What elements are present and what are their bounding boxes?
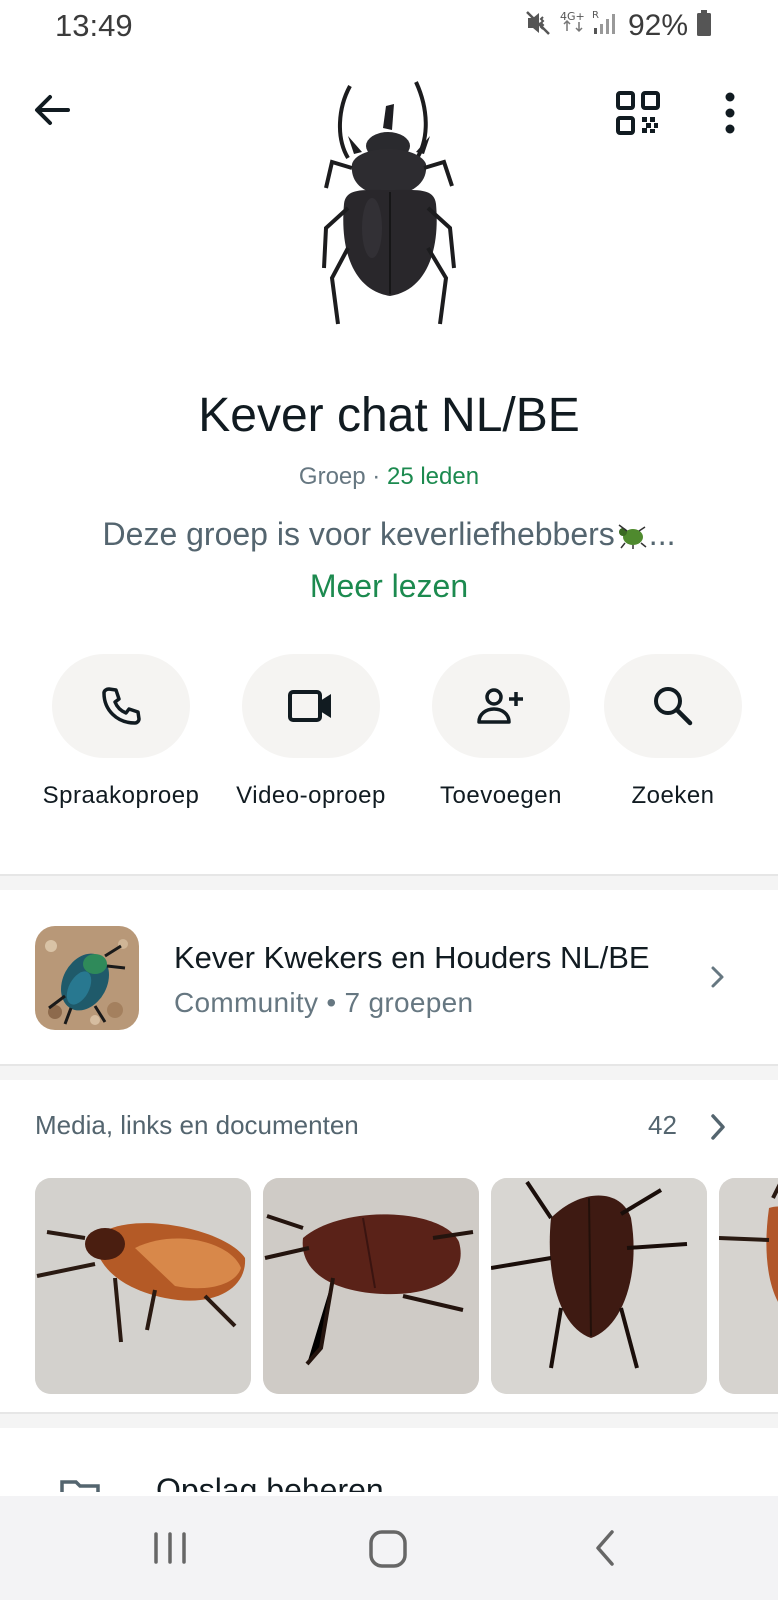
home-icon [369, 1530, 407, 1568]
home-button[interactable] [358, 1524, 418, 1572]
recent-apps-button[interactable] [140, 1524, 200, 1572]
media-thumb[interactable] [35, 1178, 251, 1394]
search-icon [654, 687, 693, 726]
video-call-label: Video-oproep [236, 782, 386, 809]
media-thumb[interactable] [491, 1178, 707, 1394]
community-row[interactable]: Kever Kwekers en Houders NL/BE Community… [0, 892, 778, 1064]
chevron-right-icon[interactable] [708, 1112, 728, 1142]
folder-icon [60, 1480, 100, 1492]
community-beetle-image [35, 926, 139, 1030]
group-members-link[interactable]: 25 leden [387, 463, 479, 490]
meta-separator: · [372, 463, 381, 490]
group-description-ellipsis: ... [648, 516, 676, 552]
beetle-image [322, 81, 456, 325]
section-divider [0, 1064, 778, 1080]
community-title: Kever Kwekers en Houders NL/BE [174, 940, 650, 975]
group-description: Deze groep is voor keverliefhebbers... [0, 516, 778, 553]
group-type: Groep [298, 463, 366, 490]
signal-icon: 4G+ R [560, 8, 620, 43]
mute-vibrate-icon [524, 9, 552, 42]
add-member-button[interactable]: Toevoegen [416, 654, 586, 810]
network-label: 4G+ [560, 10, 585, 23]
back-nav-icon [596, 1530, 614, 1566]
section-divider [0, 874, 778, 890]
add-member-label: Toevoegen [440, 782, 562, 809]
media-thumb[interactable] [719, 1178, 778, 1394]
battery-percent: 92% [627, 8, 688, 42]
roaming-label: R [592, 10, 599, 21]
voice-call-pill[interactable] [52, 654, 190, 758]
status-time: 13:49 [55, 8, 133, 43]
video-camera-icon [288, 690, 331, 722]
voice-call-label: Spraakoproep [42, 782, 200, 809]
qr-code-button[interactable] [615, 90, 661, 136]
group-name: Kever chat NL/BE [198, 389, 580, 442]
section-divider [0, 1412, 778, 1428]
media-thumb[interactable] [263, 1178, 479, 1394]
media-section-title[interactable]: Media, links en documenten [35, 1110, 359, 1141]
search-button[interactable]: Zoeken [588, 654, 758, 810]
beetle-photo [35, 1178, 251, 1394]
manage-storage-label: Opslag beheren [156, 1472, 384, 1492]
search-label: Zoeken [631, 782, 715, 809]
read-more-link[interactable]: Meer lezen [0, 568, 778, 605]
status-icons: 4G+ R 92% [524, 8, 712, 43]
status-bar: 13:49 4G+ R 92% [0, 0, 778, 54]
more-vertical-icon [725, 92, 735, 134]
system-back-button[interactable] [576, 1524, 636, 1572]
add-member-pill[interactable] [432, 654, 570, 758]
group-description-text: Deze groep is voor keverliefhebbers [102, 516, 615, 552]
phone-icon [102, 687, 141, 725]
arrow-back-icon [35, 95, 70, 125]
group-meta: Groep · 25 leden [0, 463, 778, 491]
media-count: 42 [648, 1110, 677, 1140]
battery-icon [696, 9, 712, 42]
video-call-pill[interactable] [242, 654, 380, 758]
group-avatar[interactable] [318, 78, 466, 336]
qr-code-icon [616, 91, 660, 135]
chevron-right-icon [711, 966, 724, 988]
recent-apps-icon [154, 1532, 186, 1564]
beetle-photo [491, 1178, 707, 1394]
manage-storage-row[interactable]: Opslag beheren [0, 1432, 778, 1492]
add-person-icon [477, 688, 523, 724]
community-avatar [35, 926, 139, 1030]
voice-call-button[interactable]: Spraakoproep [36, 654, 206, 810]
beetle-photo [263, 1178, 479, 1394]
beetle-emoji-icon [618, 524, 647, 549]
video-call-button[interactable]: Video-oproep [226, 654, 396, 810]
media-strip[interactable] [35, 1178, 778, 1394]
search-pill[interactable] [604, 654, 742, 758]
back-button[interactable] [30, 88, 74, 132]
system-nav-bar [0, 1496, 778, 1600]
more-options-button[interactable] [712, 90, 748, 136]
beetle-photo [719, 1178, 778, 1394]
community-subtitle: Community • 7 groepen [174, 987, 474, 1018]
